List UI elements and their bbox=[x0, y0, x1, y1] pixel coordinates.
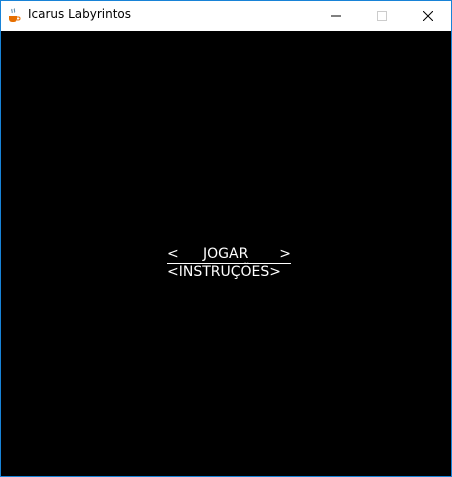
close-icon bbox=[423, 11, 433, 21]
menu-item-label: JOGAR bbox=[203, 246, 249, 262]
app-window: Icarus Labyrintos < JOGAR > <INSTRUÇÕES> bbox=[0, 0, 452, 477]
window-title: Icarus Labyrintos bbox=[28, 7, 132, 21]
selection-bracket-left: < bbox=[167, 246, 179, 262]
menu-item-jogar[interactable]: < JOGAR > bbox=[167, 246, 291, 264]
game-canvas[interactable]: < JOGAR > <INSTRUÇÕES> bbox=[1, 31, 451, 476]
main-menu: < JOGAR > <INSTRUÇÕES> bbox=[167, 246, 291, 281]
menu-item-label: <INSTRUÇÕES> bbox=[167, 264, 282, 280]
minimize-icon bbox=[331, 15, 341, 17]
close-button[interactable] bbox=[405, 1, 451, 31]
title-bar[interactable]: Icarus Labyrintos bbox=[1, 1, 451, 31]
java-coffee-icon bbox=[9, 8, 21, 22]
maximize-button[interactable] bbox=[359, 1, 405, 31]
maximize-icon bbox=[377, 11, 387, 21]
menu-item-instrucoes[interactable]: <INSTRUÇÕES> bbox=[167, 264, 291, 281]
selection-bracket-right: > bbox=[279, 246, 291, 262]
minimize-button[interactable] bbox=[313, 1, 359, 31]
